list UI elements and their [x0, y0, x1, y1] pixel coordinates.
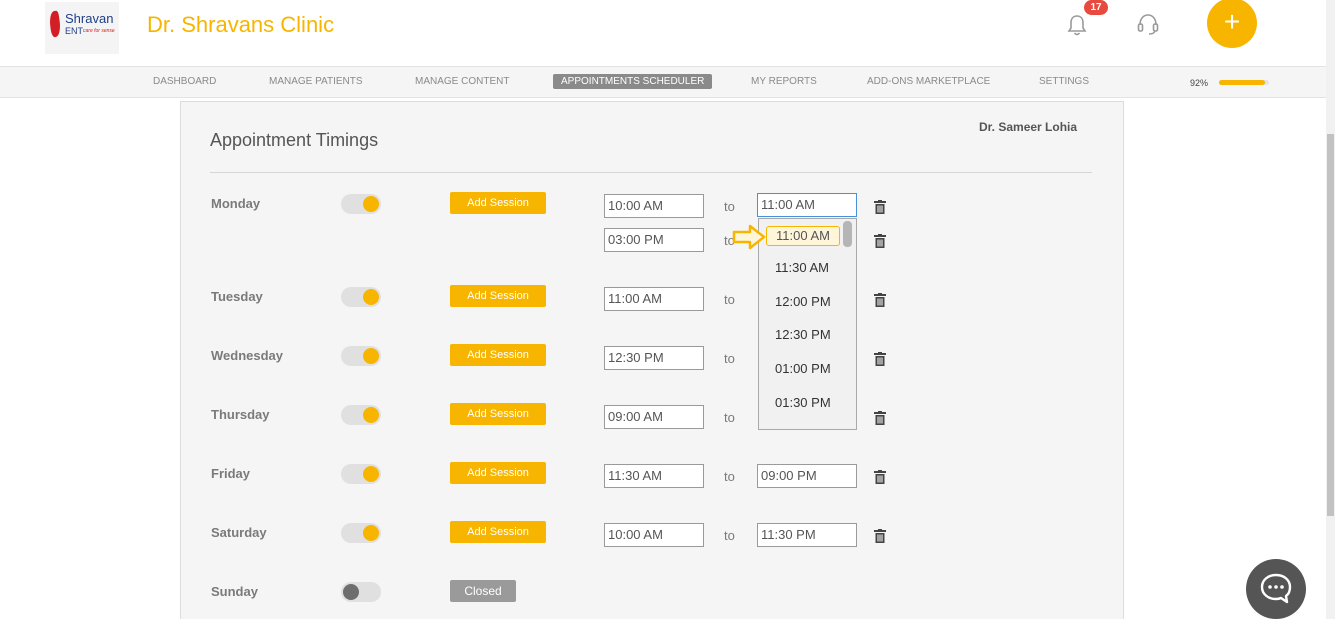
- add-session-button-saturday[interactable]: Add Session: [450, 521, 546, 543]
- add-session-button-tuesday[interactable]: Add Session: [450, 285, 546, 307]
- nav-item-manage-patients[interactable]: MANAGE PATIENTS: [269, 76, 363, 87]
- clinic-name: Dr. Shravans Clinic: [147, 12, 335, 37]
- chat-button[interactable]: [1246, 559, 1306, 619]
- trash-icon[interactable]: [874, 293, 886, 307]
- toggle-knob: [363, 196, 379, 212]
- from-time-wednesday[interactable]: 12:30 PM: [604, 346, 704, 370]
- toggle-sunday[interactable]: [341, 582, 381, 602]
- logo-text-ent: ENT: [65, 26, 83, 36]
- doctor-name: Dr. Sameer Lohia: [979, 120, 1078, 134]
- trash-icon[interactable]: [874, 234, 886, 248]
- from-time-tuesday[interactable]: 11:00 AM: [604, 287, 704, 311]
- toggle-knob: [363, 348, 379, 364]
- from-time-saturday[interactable]: 10:00 AM: [604, 523, 704, 547]
- day-label-saturday: Saturday: [211, 525, 267, 540]
- dropdown-scrollbar-thumb[interactable]: [843, 221, 852, 247]
- to-label: to: [724, 199, 735, 214]
- nav-item-dashboard[interactable]: DASHBOARD: [153, 76, 216, 87]
- to-time-saturday[interactable]: 11:30 PM: [757, 523, 857, 547]
- logo-text-shravan: Shravan: [65, 11, 114, 26]
- clinic-logo[interactable]: Shravan ENT care for sense: [45, 2, 119, 54]
- toggle-knob: [343, 584, 359, 600]
- headset-support-icon[interactable]: [1136, 12, 1160, 36]
- bell-icon[interactable]: [1066, 14, 1088, 36]
- trash-icon[interactable]: [874, 470, 886, 484]
- day-label-thursday: Thursday: [211, 407, 270, 422]
- add-session-button-friday[interactable]: Add Session: [450, 462, 546, 484]
- trash-icon[interactable]: [874, 411, 886, 425]
- page-scrollbar-thumb[interactable]: [1327, 134, 1334, 516]
- dropdown-option[interactable]: 12:30 PM: [775, 327, 831, 342]
- add-session-button-monday[interactable]: Add Session: [450, 192, 546, 214]
- from-time-friday[interactable]: 11:30 AM: [604, 464, 704, 488]
- day-label-friday: Friday: [211, 466, 251, 481]
- toggle-knob: [363, 525, 379, 541]
- flame-logo-mark: [48, 10, 62, 38]
- chat-bubble-icon: [1260, 573, 1292, 604]
- nav-item-addons-marketplace[interactable]: ADD-ONS MARKETPLACE: [867, 76, 990, 87]
- toggle-knob: [363, 466, 379, 482]
- from-time-monday-1[interactable]: 10:00 AM: [604, 194, 704, 218]
- from-time-thursday[interactable]: 09:00 AM: [604, 405, 704, 429]
- to-time-monday-1[interactable]: 11:00 AM: [757, 193, 857, 217]
- profile-progress-bar: [1219, 80, 1269, 85]
- main-nav: DASHBOARD MANAGE PATIENTS MANAGE CONTENT…: [0, 66, 1326, 98]
- add-button[interactable]: +: [1207, 0, 1257, 48]
- time-dropdown-list[interactable]: 11:30 AM 12:00 PM 12:30 PM 01:00 PM 01:3…: [758, 218, 857, 430]
- trash-icon[interactable]: [874, 200, 886, 214]
- to-label: to: [724, 410, 735, 425]
- app-root: Shravan ENT care for sense Dr. Shravans …: [0, 0, 1335, 619]
- panel-title: Appointment Timings: [210, 130, 379, 150]
- top-header: Shravan ENT care for sense Dr. Shravans …: [0, 0, 1326, 66]
- toggle-friday[interactable]: [341, 464, 381, 484]
- dropdown-selected-option[interactable]: 11:00 AM: [766, 226, 840, 246]
- profile-progress-text: 92%: [1190, 78, 1209, 88]
- day-label-monday: Monday: [211, 196, 261, 211]
- to-label: to: [724, 292, 735, 307]
- nav-item-appointments-scheduler[interactable]: APPOINTMENTS SCHEDULER: [553, 74, 713, 89]
- toggle-knob: [363, 407, 379, 423]
- dropdown-option[interactable]: 01:30 PM: [775, 395, 831, 410]
- closed-button-sunday[interactable]: Closed: [450, 580, 516, 602]
- logo-tagline: care for sense: [83, 28, 115, 34]
- add-session-button-thursday[interactable]: Add Session: [450, 403, 546, 425]
- pointer-arrow-icon: [732, 224, 766, 250]
- to-label: to: [724, 469, 735, 484]
- to-time-friday[interactable]: 09:00 PM: [757, 464, 857, 488]
- day-label-tuesday: Tuesday: [211, 289, 263, 304]
- toggle-monday[interactable]: [341, 194, 381, 214]
- dropdown-option[interactable]: 11:30 AM: [775, 260, 829, 275]
- to-label: to: [724, 528, 735, 543]
- toggle-tuesday[interactable]: [341, 287, 381, 307]
- nav-item-my-reports[interactable]: MY REPORTS: [751, 76, 817, 87]
- panel-divider: [210, 172, 1092, 173]
- day-label-wednesday: Wednesday: [211, 348, 284, 363]
- nav-item-manage-content[interactable]: MANAGE CONTENT: [415, 76, 509, 87]
- toggle-thursday[interactable]: [341, 405, 381, 425]
- toggle-wednesday[interactable]: [341, 346, 381, 366]
- nav-item-settings[interactable]: SETTINGS: [1039, 76, 1089, 87]
- trash-icon[interactable]: [874, 529, 886, 543]
- add-session-button-wednesday[interactable]: Add Session: [450, 344, 546, 366]
- dropdown-option[interactable]: 12:00 PM: [775, 294, 831, 309]
- from-time-monday-2[interactable]: 03:00 PM: [604, 228, 704, 252]
- toggle-knob: [363, 289, 379, 305]
- profile-progress-fill: [1219, 80, 1265, 85]
- day-label-sunday: Sunday: [211, 584, 258, 599]
- toggle-saturday[interactable]: [341, 523, 381, 543]
- trash-icon[interactable]: [874, 352, 886, 366]
- dropdown-option[interactable]: 01:00 PM: [775, 361, 831, 376]
- to-label: to: [724, 351, 735, 366]
- notification-count-badge: 17: [1084, 0, 1108, 15]
